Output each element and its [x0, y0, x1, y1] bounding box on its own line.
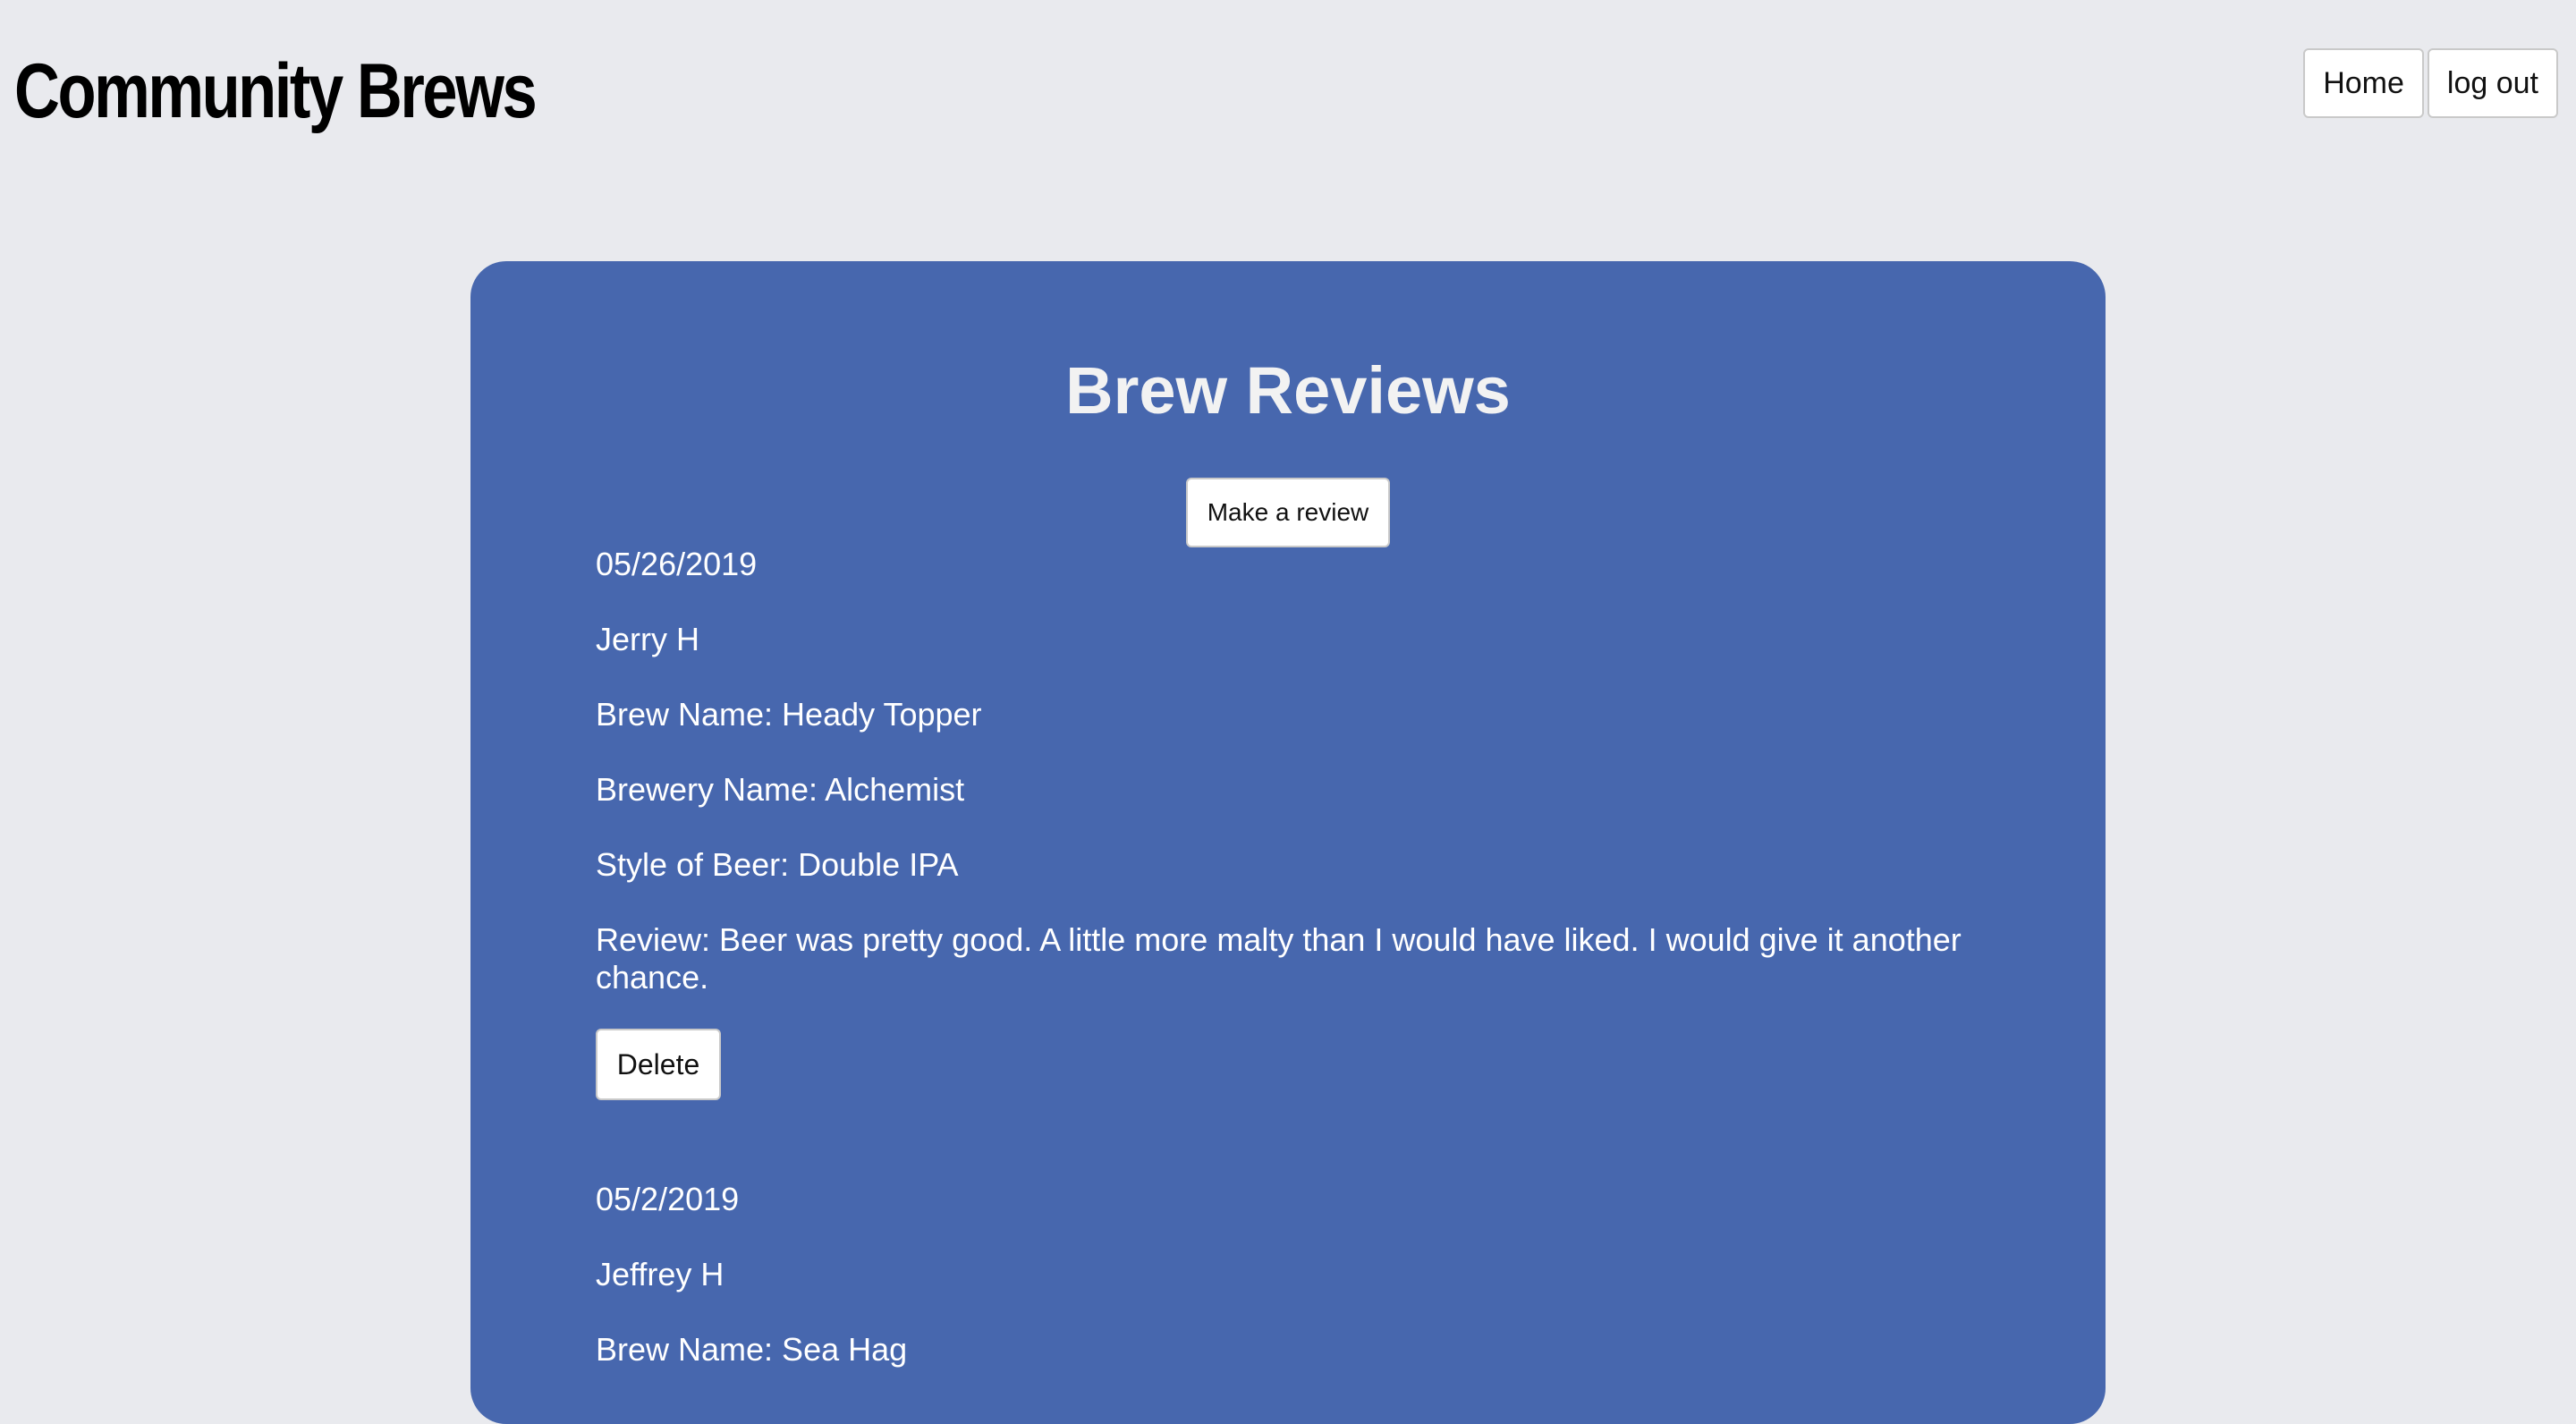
review-author: Jeffrey H [596, 1256, 724, 1293]
review-text: Review: Beer was pretty good. A little m… [596, 921, 1962, 996]
review-author: Jerry H [596, 621, 699, 657]
logout-button[interactable]: log out [2427, 48, 2558, 118]
top-nav: Home log out [2303, 48, 2558, 118]
review-item: 05/26/2019 Jerry H Brew Name: Heady Topp… [596, 546, 1991, 1118]
review-brew-name: Brew Name: Heady Topper [596, 696, 982, 733]
review-date: 05/2/2019 [596, 1181, 740, 1217]
review-brew-name: Brew Name: Sea Hag [596, 1331, 908, 1368]
review-style: Style of Beer: Double IPA [596, 846, 959, 883]
review-date: 05/26/2019 [596, 546, 758, 582]
top-bar: Community Brews Home log out [0, 0, 2576, 179]
site-logo[interactable]: Community Brews [14, 47, 538, 136]
delete-review-button[interactable]: Delete [596, 1029, 721, 1100]
make-review-button[interactable]: Make a review [1186, 478, 1390, 547]
reviews-panel: Brew Reviews Make a review 05/26/2019 Je… [470, 261, 2106, 1424]
home-button[interactable]: Home [2303, 48, 2424, 118]
review-item: 05/2/2019 Jeffrey H Brew Name: Sea Hag [596, 1181, 1991, 1395]
review-brewery-name: Brewery Name: Alchemist [596, 771, 965, 808]
page-title: Brew Reviews [1065, 353, 1511, 428]
